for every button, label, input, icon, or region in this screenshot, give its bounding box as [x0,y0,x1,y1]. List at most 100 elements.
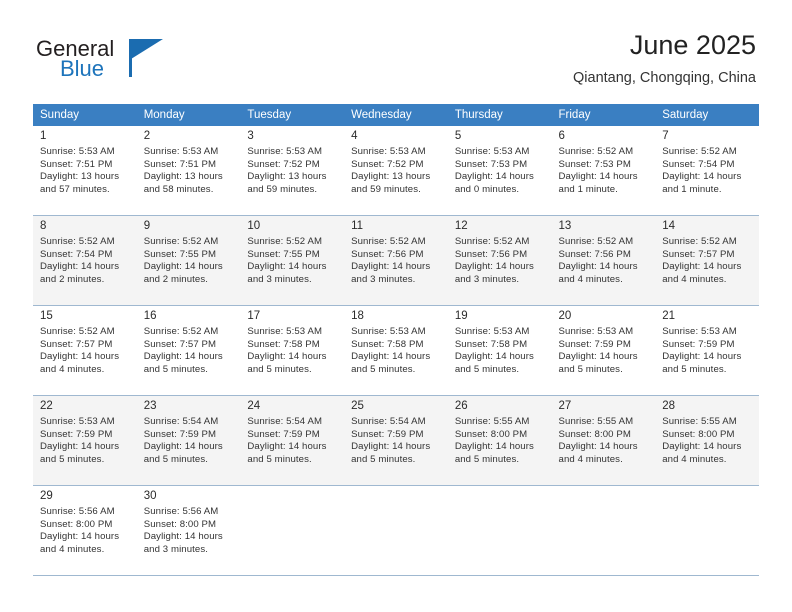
calendar-day-cell[interactable]: 4 Sunrise: 5:53 AM Sunset: 7:52 PM Daylight… [344,126,448,216]
day-number: 28 [662,400,676,412]
day-number: 4 [351,130,358,142]
day-sun-info: Sunrise: 5:53 AM Sunset: 7:58 PM Daylight:… [351,326,442,376]
sunset-text: Sunset: 7:57 PM [662,248,735,260]
sunrise-text: Sunrise: 5:55 AM [662,416,737,427]
calendar-cell-empty [447,486,552,576]
calendar-cell: 18 Sunrise: 5:53 AM Sunset: 7:58 PM Dayligh… [344,306,448,396]
calendar-day-cell[interactable]: 14 Sunrise: 5:52 AM Sunset: 7:57 PM Dayligh… [655,216,759,306]
day-number: 29 [40,490,53,502]
day-number: 13 [558,220,572,232]
calendar-cell: 17 Sunrise: 5:53 AM Sunset: 7:58 PM Dayligh… [240,306,345,396]
sunset-text: Sunset: 7:59 PM [40,428,113,440]
calendar-day-cell[interactable]: 18 Sunrise: 5:53 AM Sunset: 7:58 PM Dayligh… [344,306,448,396]
sunrise-text: Sunrise: 5:53 AM [454,146,530,157]
calendar-day-cell[interactable]: 19 Sunrise: 5:53 AM Sunset: 7:58 PM Dayligh… [447,306,552,396]
day-number: 12 [454,220,468,232]
calendar-day-cell[interactable]: 26 Sunrise: 5:55 AM Sunset: 8:00 PM Dayligh… [447,396,552,486]
daylight-text: Daylight: 14 hours and 4 minutes. [558,441,638,465]
day-number: 30 [143,490,157,502]
calendar-day-cell[interactable]: 17 Sunrise: 5:53 AM Sunset: 7:58 PM Dayligh… [240,306,345,396]
calendar-week-row: 15 Sunrise: 5:52 AM Sunset: 7:57 PM Dayligh… [33,306,759,396]
calendar-cell: 11 Sunrise: 5:52 AM Sunset: 7:56 PM Dayligh… [344,216,448,306]
day-number: 27 [558,400,572,412]
calendar-day-cell[interactable]: 15 Sunrise: 5:52 AM Sunset: 7:57 PM Dayligh… [33,306,137,396]
calendar-day-cell[interactable]: 21 Sunrise: 5:53 AM Sunset: 7:59 PM Dayligh… [655,306,759,396]
calendar-day-cell[interactable]: 13 Sunrise: 5:52 AM Sunset: 7:56 PM Dayligh… [551,216,656,306]
title-block: June 2025 Qiantang, Chongqing, China [573,28,756,89]
calendar-day-cell[interactable]: 10 Sunrise: 5:52 AM Sunset: 7:55 PM Dayligh… [240,216,345,306]
calendar-day-cell[interactable]: 25 Sunrise: 5:54 AM Sunset: 7:59 PM Dayligh… [344,396,448,486]
day-sun-info: Sunrise: 5:56 AM Sunset: 8:00 PM Daylight:… [40,506,131,556]
day-number: 20 [558,310,572,322]
sunset-text: Sunset: 7:56 PM [351,248,424,260]
sunrise-text: Sunrise: 5:53 AM [662,326,737,337]
calendar-day-cell[interactable]: 8 Sunrise: 5:52 AM Sunset: 7:54 PM Daylight… [33,216,137,306]
calendar-day-cell[interactable]: 3 Sunrise: 5:53 AM Sunset: 7:52 PM Daylight… [240,126,345,216]
sunrise-text: Sunrise: 5:56 AM [40,506,115,517]
day-number: 1 [40,130,47,142]
daylight-text: Daylight: 14 hours and 3 minutes. [351,261,431,285]
general-blue-logo[interactable]: General Blue [36,36,216,86]
sunset-text: Sunset: 7:59 PM [662,338,735,350]
calendar-cell: 19 Sunrise: 5:53 AM Sunset: 7:58 PM Dayligh… [447,306,552,396]
calendar-day-cell[interactable]: 23 Sunrise: 5:54 AM Sunset: 7:59 PM Dayligh… [136,396,241,486]
sunrise-text: Sunrise: 5:52 AM [454,236,530,247]
sunrise-text: Sunrise: 5:54 AM [143,416,219,427]
calendar-cell: 24 Sunrise: 5:54 AM Sunset: 7:59 PM Dayligh… [240,396,345,486]
sunset-text: Sunset: 7:59 PM [143,428,217,440]
calendar-day-cell[interactable]: 30 Sunrise: 5:56 AM Sunset: 8:00 PM Dayligh… [136,486,241,576]
calendar-day-cell[interactable]: 11 Sunrise: 5:52 AM Sunset: 7:56 PM Dayligh… [344,216,448,306]
sunrise-text: Sunrise: 5:54 AM [247,416,323,427]
calendar-day-cell[interactable]: 28 Sunrise: 5:55 AM Sunset: 8:00 PM Dayligh… [655,396,759,486]
weekday-header-row: Sunday Monday Tuesday Wednesday Thursday… [33,104,759,126]
calendar-day-cell[interactable]: 22 Sunrise: 5:53 AM Sunset: 7:59 PM Dayligh… [33,396,137,486]
sunset-text: Sunset: 7:58 PM [351,338,424,350]
day-sun-info: Sunrise: 5:52 AM Sunset: 7:57 PM Daylight:… [40,326,131,376]
day-number: 14 [662,220,676,232]
day-sun-info: Sunrise: 5:52 AM Sunset: 7:54 PM Daylight:… [662,146,753,196]
daylight-text: Daylight: 14 hours and 4 minutes. [40,351,120,375]
calendar-day-cell[interactable]: 7 Sunrise: 5:52 AM Sunset: 7:54 PM Daylight… [655,126,759,216]
sunset-text: Sunset: 7:56 PM [454,248,528,260]
sunset-text: Sunset: 7:59 PM [247,428,320,440]
calendar-day-cell[interactable]: 16 Sunrise: 5:52 AM Sunset: 7:57 PM Dayligh… [136,306,241,396]
day-number: 16 [143,310,157,322]
weekday-header-tuesday: Tuesday [240,104,345,126]
calendar-day-cell[interactable]: 9 Sunrise: 5:52 AM Sunset: 7:55 PM Daylight… [136,216,241,306]
sunrise-text: Sunrise: 5:52 AM [662,146,737,157]
day-sun-info: Sunrise: 5:52 AM Sunset: 7:56 PM Daylight:… [351,236,442,286]
daylight-text: Daylight: 14 hours and 4 minutes. [40,531,120,555]
calendar-cell: 21 Sunrise: 5:53 AM Sunset: 7:59 PM Dayligh… [655,306,759,396]
day-number: 5 [454,130,462,142]
calendar-day-cell[interactable]: 5 Sunrise: 5:53 AM Sunset: 7:53 PM Daylight… [447,126,552,216]
day-number: 9 [143,220,151,232]
calendar-page: General Blue June 2025 Qiantang, Chongqi… [0,0,792,612]
page-header: General Blue June 2025 Qiantang, Chongqi… [0,0,792,100]
calendar-day-cell[interactable]: 24 Sunrise: 5:54 AM Sunset: 7:59 PM Dayligh… [240,396,345,486]
daylight-text: Daylight: 14 hours and 2 minutes. [143,261,223,285]
daylight-text: Daylight: 14 hours and 3 minutes. [454,261,534,285]
calendar-week-row: 22 Sunrise: 5:53 AM Sunset: 7:59 PM Dayligh… [33,396,759,486]
calendar-cell: 13 Sunrise: 5:52 AM Sunset: 7:56 PM Dayligh… [551,216,656,306]
calendar-day-cell[interactable]: 12 Sunrise: 5:52 AM Sunset: 7:56 PM Dayligh… [447,216,552,306]
calendar-cell: 4 Sunrise: 5:53 AM Sunset: 7:52 PM Daylight… [344,126,448,216]
daylight-text: Daylight: 14 hours and 5 minutes. [247,441,327,465]
calendar-day-cell[interactable]: 27 Sunrise: 5:55 AM Sunset: 8:00 PM Dayligh… [551,396,656,486]
calendar-day-cell[interactable]: 6 Sunrise: 5:52 AM Sunset: 7:53 PM Daylight… [551,126,656,216]
location-subtitle: Qiantang, Chongqing, China [573,70,756,86]
weekday-header-sunday: Sunday [33,104,137,126]
day-sun-info: Sunrise: 5:54 AM Sunset: 7:59 PM Daylight:… [351,416,442,466]
calendar-day-cell[interactable]: 1 Sunrise: 5:53 AM Sunset: 7:51 PM Daylight… [33,126,137,216]
calendar-day-cell[interactable]: 2 Sunrise: 5:53 AM Sunset: 7:51 PM Daylight… [136,126,241,216]
day-number: 8 [40,220,47,232]
day-number: 23 [143,400,157,412]
calendar-cell: 2 Sunrise: 5:53 AM Sunset: 7:51 PM Daylight… [136,126,241,216]
day-sun-info: Sunrise: 5:52 AM Sunset: 7:56 PM Daylight:… [455,236,546,286]
daylight-text: Daylight: 14 hours and 3 minutes. [247,261,327,285]
calendar-day-cell[interactable]: 20 Sunrise: 5:53 AM Sunset: 7:59 PM Dayligh… [551,306,656,396]
day-number: 15 [40,310,53,322]
daylight-text: Daylight: 14 hours and 5 minutes. [351,351,431,375]
day-number: 6 [558,130,565,142]
daylight-text: Daylight: 14 hours and 1 minute. [558,171,638,195]
calendar-day-cell[interactable]: 29 Sunrise: 5:56 AM Sunset: 8:00 PM Dayligh… [33,486,137,576]
